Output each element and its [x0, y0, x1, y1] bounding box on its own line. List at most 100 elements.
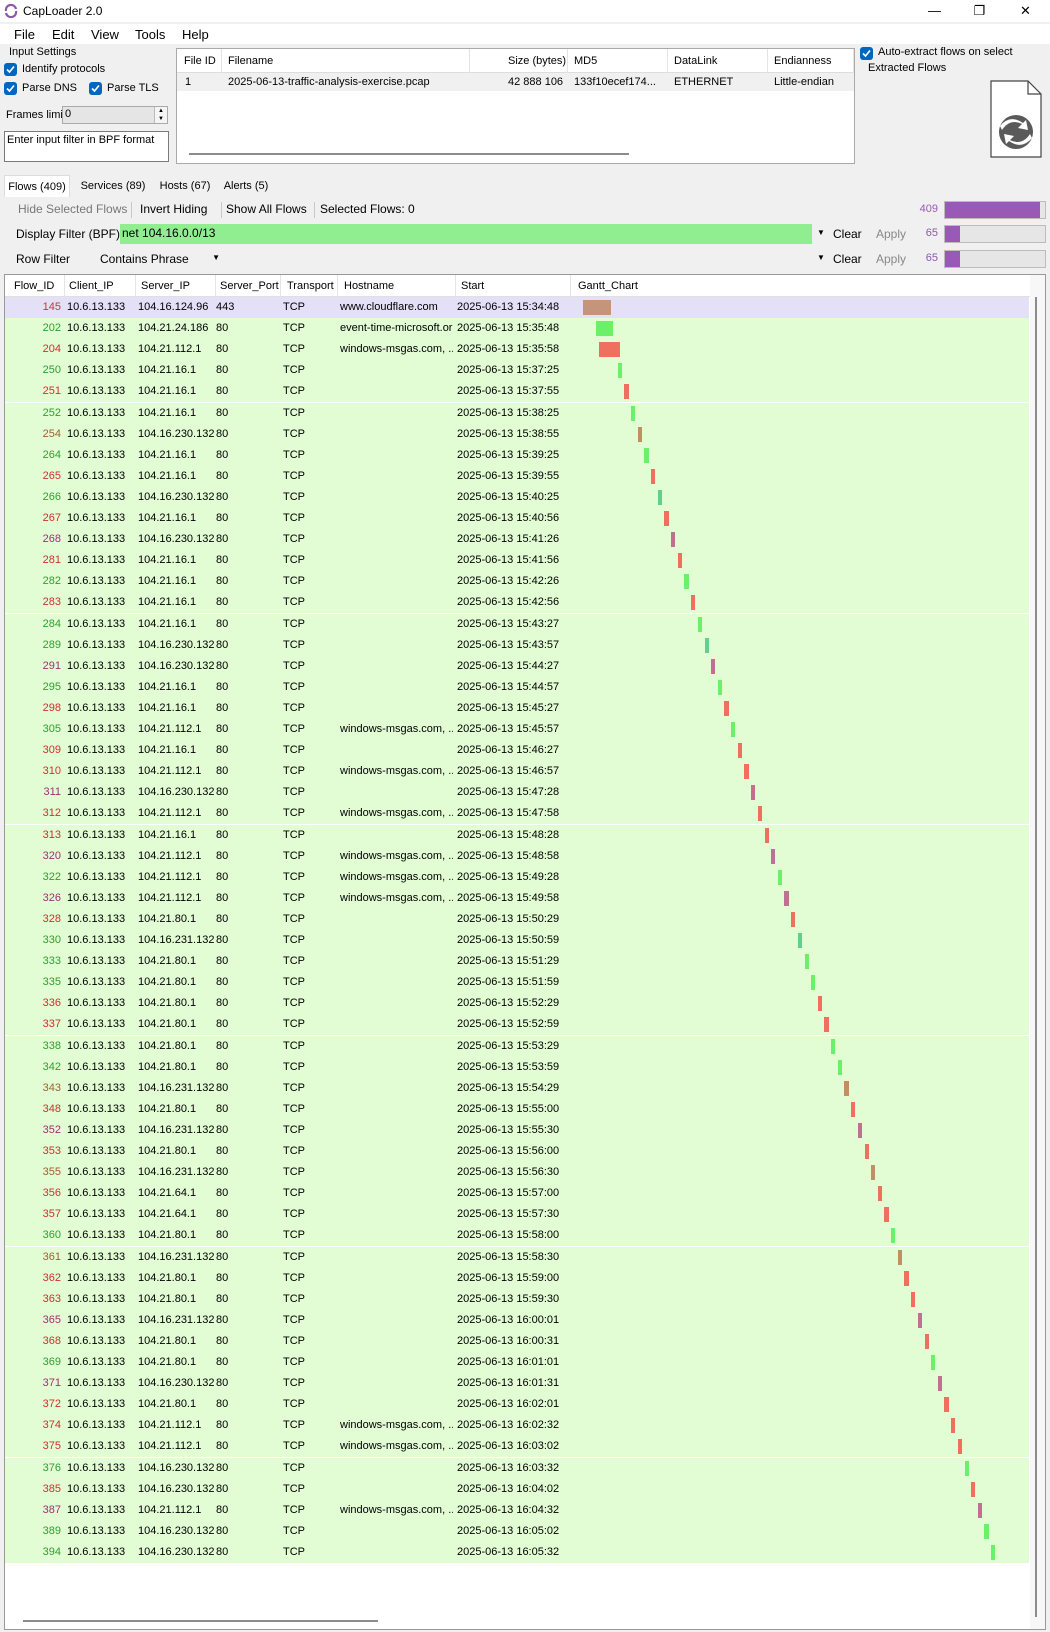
table-row[interactable]: 311 10.6.13.133 104.16.230.132 80 TCP 2025-06…	[5, 782, 1029, 804]
col-server-ip[interactable]: Server_IP	[141, 280, 190, 292]
table-row[interactable]: 254 10.6.13.133 104.16.230.132 80 TCP 2025-06…	[5, 423, 1029, 445]
menu-file[interactable]: File	[14, 27, 35, 42]
table-row[interactable]: 352 10.6.13.133 104.16.231.132 80 TCP 2025-06…	[5, 1119, 1029, 1141]
table-row[interactable]: 291 10.6.13.133 104.16.230.132 80 TCP 2025-06…	[5, 655, 1029, 677]
table-row[interactable]: 362 10.6.13.133 104.21.80.1 80 TCP 2025-06-13…	[5, 1267, 1029, 1289]
invert-hiding-button[interactable]: Invert Hiding	[140, 202, 207, 216]
table-row[interactable]: 309 10.6.13.133 104.21.16.1 80 TCP 2025-06-13…	[5, 740, 1029, 762]
display-filter-input[interactable]: net 104.16.0.0/13	[120, 224, 812, 244]
extracted-flows-file-icon[interactable]	[990, 80, 1042, 158]
menu-edit[interactable]: Edit	[52, 27, 74, 42]
table-row[interactable]: 320 10.6.13.133 104.21.112.1 80 TCP windows-m…	[5, 845, 1029, 867]
col-gantt-chart[interactable]: Gantt_Chart	[578, 280, 638, 292]
menu-tools[interactable]: Tools	[135, 27, 165, 42]
hide-selected-button[interactable]: Hide Selected Flows	[18, 202, 127, 216]
table-row[interactable]: 365 10.6.13.133 104.16.231.132 80 TCP 2025-06…	[5, 1309, 1029, 1331]
parse-dns-checkbox[interactable]	[4, 82, 17, 95]
table-row[interactable]: 265 10.6.13.133 104.21.16.1 80 TCP 2025-06-13…	[5, 465, 1029, 487]
menu-view[interactable]: View	[91, 27, 119, 42]
frames-limit-stepper[interactable]: 0 ▲ ▼	[62, 106, 168, 124]
file-row[interactable]: 1 2025-06-13-traffic-analysis-exercise.p…	[177, 73, 854, 91]
table-row[interactable]: 361 10.6.13.133 104.16.231.132 80 TCP 2025-06…	[5, 1246, 1029, 1268]
table-row[interactable]: 330 10.6.13.133 104.16.231.132 80 TCP 2025-06…	[5, 930, 1029, 951]
table-row[interactable]: 363 10.6.13.133 104.21.80.1 80 TCP 2025-06-13…	[5, 1288, 1029, 1310]
table-row[interactable]: 357 10.6.13.133 104.21.64.1 80 TCP 2025-06-13…	[5, 1204, 1029, 1226]
col-datalink[interactable]: DataLink	[674, 55, 717, 67]
row-filter-clear-button[interactable]: Clear	[833, 252, 862, 266]
table-row[interactable]: 348 10.6.13.133 104.21.80.1 80 TCP 2025-06-13…	[5, 1098, 1029, 1120]
display-filter-clear-button[interactable]: Clear	[833, 227, 862, 241]
tab-alerts[interactable]: Alerts (5)	[220, 175, 272, 197]
col-start[interactable]: Start	[461, 280, 484, 292]
table-row[interactable]: 353 10.6.13.133 104.21.80.1 80 TCP 2025-06-13…	[5, 1141, 1029, 1162]
table-row[interactable]: 310 10.6.13.133 104.21.112.1 80 TCP windows-m…	[5, 761, 1029, 783]
menu-help[interactable]: Help	[182, 27, 209, 42]
table-row[interactable]: 251 10.6.13.133 104.21.16.1 80 TCP 2025-06-13…	[5, 381, 1029, 403]
table-row[interactable]: 298 10.6.13.133 104.21.16.1 80 TCP 2025-06-13…	[5, 697, 1029, 719]
col-filename[interactable]: Filename	[228, 55, 273, 67]
table-row[interactable]: 295 10.6.13.133 104.21.16.1 80 TCP 2025-06-13…	[5, 676, 1029, 698]
table-row[interactable]: 283 10.6.13.133 104.21.16.1 80 TCP 2025-06-13…	[5, 592, 1029, 614]
col-hostname[interactable]: Hostname	[344, 280, 394, 292]
table-row[interactable]: 145 10.6.13.133 104.16.124.96 443 TCP www.clo…	[5, 297, 1029, 318]
table-row[interactable]: 372 10.6.13.133 104.21.80.1 80 TCP 2025-06-13…	[5, 1394, 1029, 1416]
table-row[interactable]: 371 10.6.13.133 104.16.230.132 80 TCP 2025-06…	[5, 1373, 1029, 1395]
table-row[interactable]: 394 10.6.13.133 104.16.230.132 80 TCP 2025-06…	[5, 1541, 1029, 1563]
table-row[interactable]: 322 10.6.13.133 104.21.112.1 80 TCP windows-m…	[5, 866, 1029, 888]
maximize-button[interactable]: ❐	[957, 0, 1002, 22]
table-row[interactable]: 355 10.6.13.133 104.16.231.132 80 TCP 2025-06…	[5, 1162, 1029, 1184]
col-md5[interactable]: MD5	[574, 55, 597, 67]
table-row[interactable]: 305 10.6.13.133 104.21.112.1 80 TCP windows-m…	[5, 719, 1029, 740]
col-server-port[interactable]: Server_Port	[220, 280, 279, 292]
table-row[interactable]: 385 10.6.13.133 104.16.230.132 80 TCP 2025-06…	[5, 1478, 1029, 1500]
tab-flows[interactable]: Flows (409)	[4, 175, 70, 197]
file-table-scrollbar[interactable]	[189, 153, 629, 155]
table-row[interactable]: 267 10.6.13.133 104.21.16.1 80 TCP 2025-06-13…	[5, 508, 1029, 529]
auto-extract-checkbox[interactable]	[860, 47, 873, 60]
table-row[interactable]: 313 10.6.13.133 104.21.16.1 80 TCP 2025-06-13…	[5, 824, 1029, 846]
table-row[interactable]: 252 10.6.13.133 104.21.16.1 80 TCP 2025-06-13…	[5, 402, 1029, 424]
spin-arrows-icon[interactable]: ▲ ▼	[154, 107, 167, 123]
chevron-down-icon[interactable]: ▼	[817, 253, 825, 262]
table-row[interactable]: 281 10.6.13.133 104.21.16.1 80 TCP 2025-06-13…	[5, 550, 1029, 572]
col-file-id[interactable]: File ID	[184, 55, 216, 67]
table-row[interactable]: 389 10.6.13.133 104.16.230.132 80 TCP 2025-06…	[5, 1520, 1029, 1542]
col-client-ip[interactable]: Client_IP	[69, 280, 114, 292]
table-row[interactable]: 312 10.6.13.133 104.21.112.1 80 TCP windows-m…	[5, 803, 1029, 825]
table-row[interactable]: 268 10.6.13.133 104.16.230.132 80 TCP 2025-06…	[5, 529, 1029, 551]
table-row[interactable]: 376 10.6.13.133 104.16.230.132 80 TCP 2025-06…	[5, 1457, 1029, 1479]
table-row[interactable]: 335 10.6.13.133 104.21.80.1 80 TCP 2025-06-13…	[5, 972, 1029, 994]
horizontal-scroll-thumb[interactable]	[23, 1620, 378, 1622]
table-row[interactable]: 368 10.6.13.133 104.21.80.1 80 TCP 2025-06-13…	[5, 1330, 1029, 1352]
table-row[interactable]: 342 10.6.13.133 104.21.80.1 80 TCP 2025-06-13…	[5, 1056, 1029, 1078]
vertical-scroll-thumb[interactable]	[1035, 297, 1037, 1617]
col-flow-id[interactable]: Flow_ID	[14, 280, 54, 292]
col-transport[interactable]: Transport	[287, 280, 334, 292]
table-row[interactable]: 356 10.6.13.133 104.21.64.1 80 TCP 2025-06-13…	[5, 1183, 1029, 1205]
chevron-down-icon[interactable]: ▼	[817, 228, 825, 237]
row-filter-mode-select[interactable]: Contains Phrase ▼	[96, 249, 224, 269]
table-row[interactable]: 266 10.6.13.133 104.16.230.132 80 TCP 2025-06…	[5, 486, 1029, 508]
table-row[interactable]: 250 10.6.13.133 104.21.16.1 80 TCP 2025-06-13…	[5, 360, 1029, 382]
show-all-button[interactable]: Show All Flows	[226, 202, 307, 216]
table-row[interactable]: 336 10.6.13.133 104.21.80.1 80 TCP 2025-06-13…	[5, 993, 1029, 1015]
table-row[interactable]: 284 10.6.13.133 104.21.16.1 80 TCP 2025-06-13…	[5, 613, 1029, 635]
table-row[interactable]: 338 10.6.13.133 104.21.80.1 80 TCP 2025-06-13…	[5, 1035, 1029, 1057]
table-row[interactable]: 202 10.6.13.133 104.21.24.186 80 TCP event-ti…	[5, 318, 1029, 340]
table-row[interactable]: 264 10.6.13.133 104.21.16.1 80 TCP 2025-06-13…	[5, 444, 1029, 466]
vertical-scrollbar[interactable]	[1030, 275, 1045, 1629]
table-row[interactable]: 333 10.6.13.133 104.21.80.1 80 TCP 2025-06-13…	[5, 951, 1029, 973]
table-row[interactable]: 375 10.6.13.133 104.21.112.1 80 TCP windows-m…	[5, 1436, 1029, 1458]
table-row[interactable]: 374 10.6.13.133 104.21.112.1 80 TCP windows-m…	[5, 1415, 1029, 1437]
table-row[interactable]: 387 10.6.13.133 104.21.112.1 80 TCP windows-m…	[5, 1499, 1029, 1521]
tab-hosts[interactable]: Hosts (67)	[154, 175, 216, 197]
table-row[interactable]: 328 10.6.13.133 104.21.80.1 80 TCP 2025-06-13…	[5, 908, 1029, 930]
close-button[interactable]: ✕	[1003, 0, 1048, 22]
col-size[interactable]: Size (bytes)	[508, 55, 566, 67]
table-row[interactable]: 369 10.6.13.133 104.21.80.1 80 TCP 2025-06-13…	[5, 1352, 1029, 1373]
identify-protocols-checkbox[interactable]	[4, 63, 17, 76]
col-endianness[interactable]: Endianness	[774, 55, 832, 67]
display-filter-apply-button[interactable]: Apply	[876, 227, 906, 241]
table-row[interactable]: 282 10.6.13.133 104.21.16.1 80 TCP 2025-06-13…	[5, 571, 1029, 593]
bpf-input[interactable]: Enter input filter in BPF format	[4, 131, 169, 162]
